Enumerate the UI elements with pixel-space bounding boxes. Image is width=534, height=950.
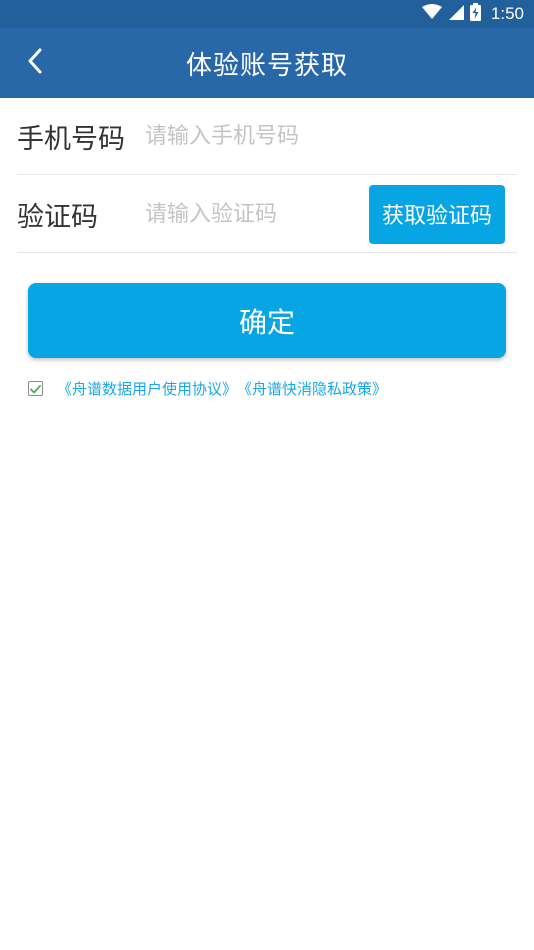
- phone-row: 手机号码: [17, 98, 517, 175]
- code-row: 验证码 获取验证码: [17, 176, 517, 253]
- code-label: 验证码: [17, 201, 98, 233]
- wifi-icon: [421, 4, 442, 24]
- agreement-row: 《舟谱数据用户使用协议》 《舟谱快消隐私政策》: [28, 378, 387, 398]
- agree-checkbox[interactable]: [28, 379, 43, 398]
- check-icon: [30, 379, 41, 398]
- phone-input[interactable]: [145, 123, 517, 149]
- chevron-left-icon: [25, 47, 45, 79]
- phone-label: 手机号码: [17, 123, 125, 155]
- code-input[interactable]: [145, 201, 369, 227]
- user-agreement-link[interactable]: 《舟谱数据用户使用协议》: [57, 378, 237, 399]
- status-time: 1:50: [490, 4, 524, 23]
- confirm-button[interactable]: 确定: [28, 283, 506, 358]
- signal-icon: [448, 4, 464, 24]
- status-icons: 1:50: [421, 3, 524, 25]
- app-bar: 体验账号获取: [0, 28, 534, 98]
- back-button[interactable]: [18, 46, 52, 80]
- status-bar: 1:50: [0, 0, 534, 28]
- battery-icon: [469, 3, 481, 25]
- get-code-button[interactable]: 获取验证码: [369, 184, 505, 244]
- page-title: 体验账号获取: [185, 50, 348, 81]
- privacy-policy-link[interactable]: 《舟谱快消隐私政策》: [237, 378, 387, 399]
